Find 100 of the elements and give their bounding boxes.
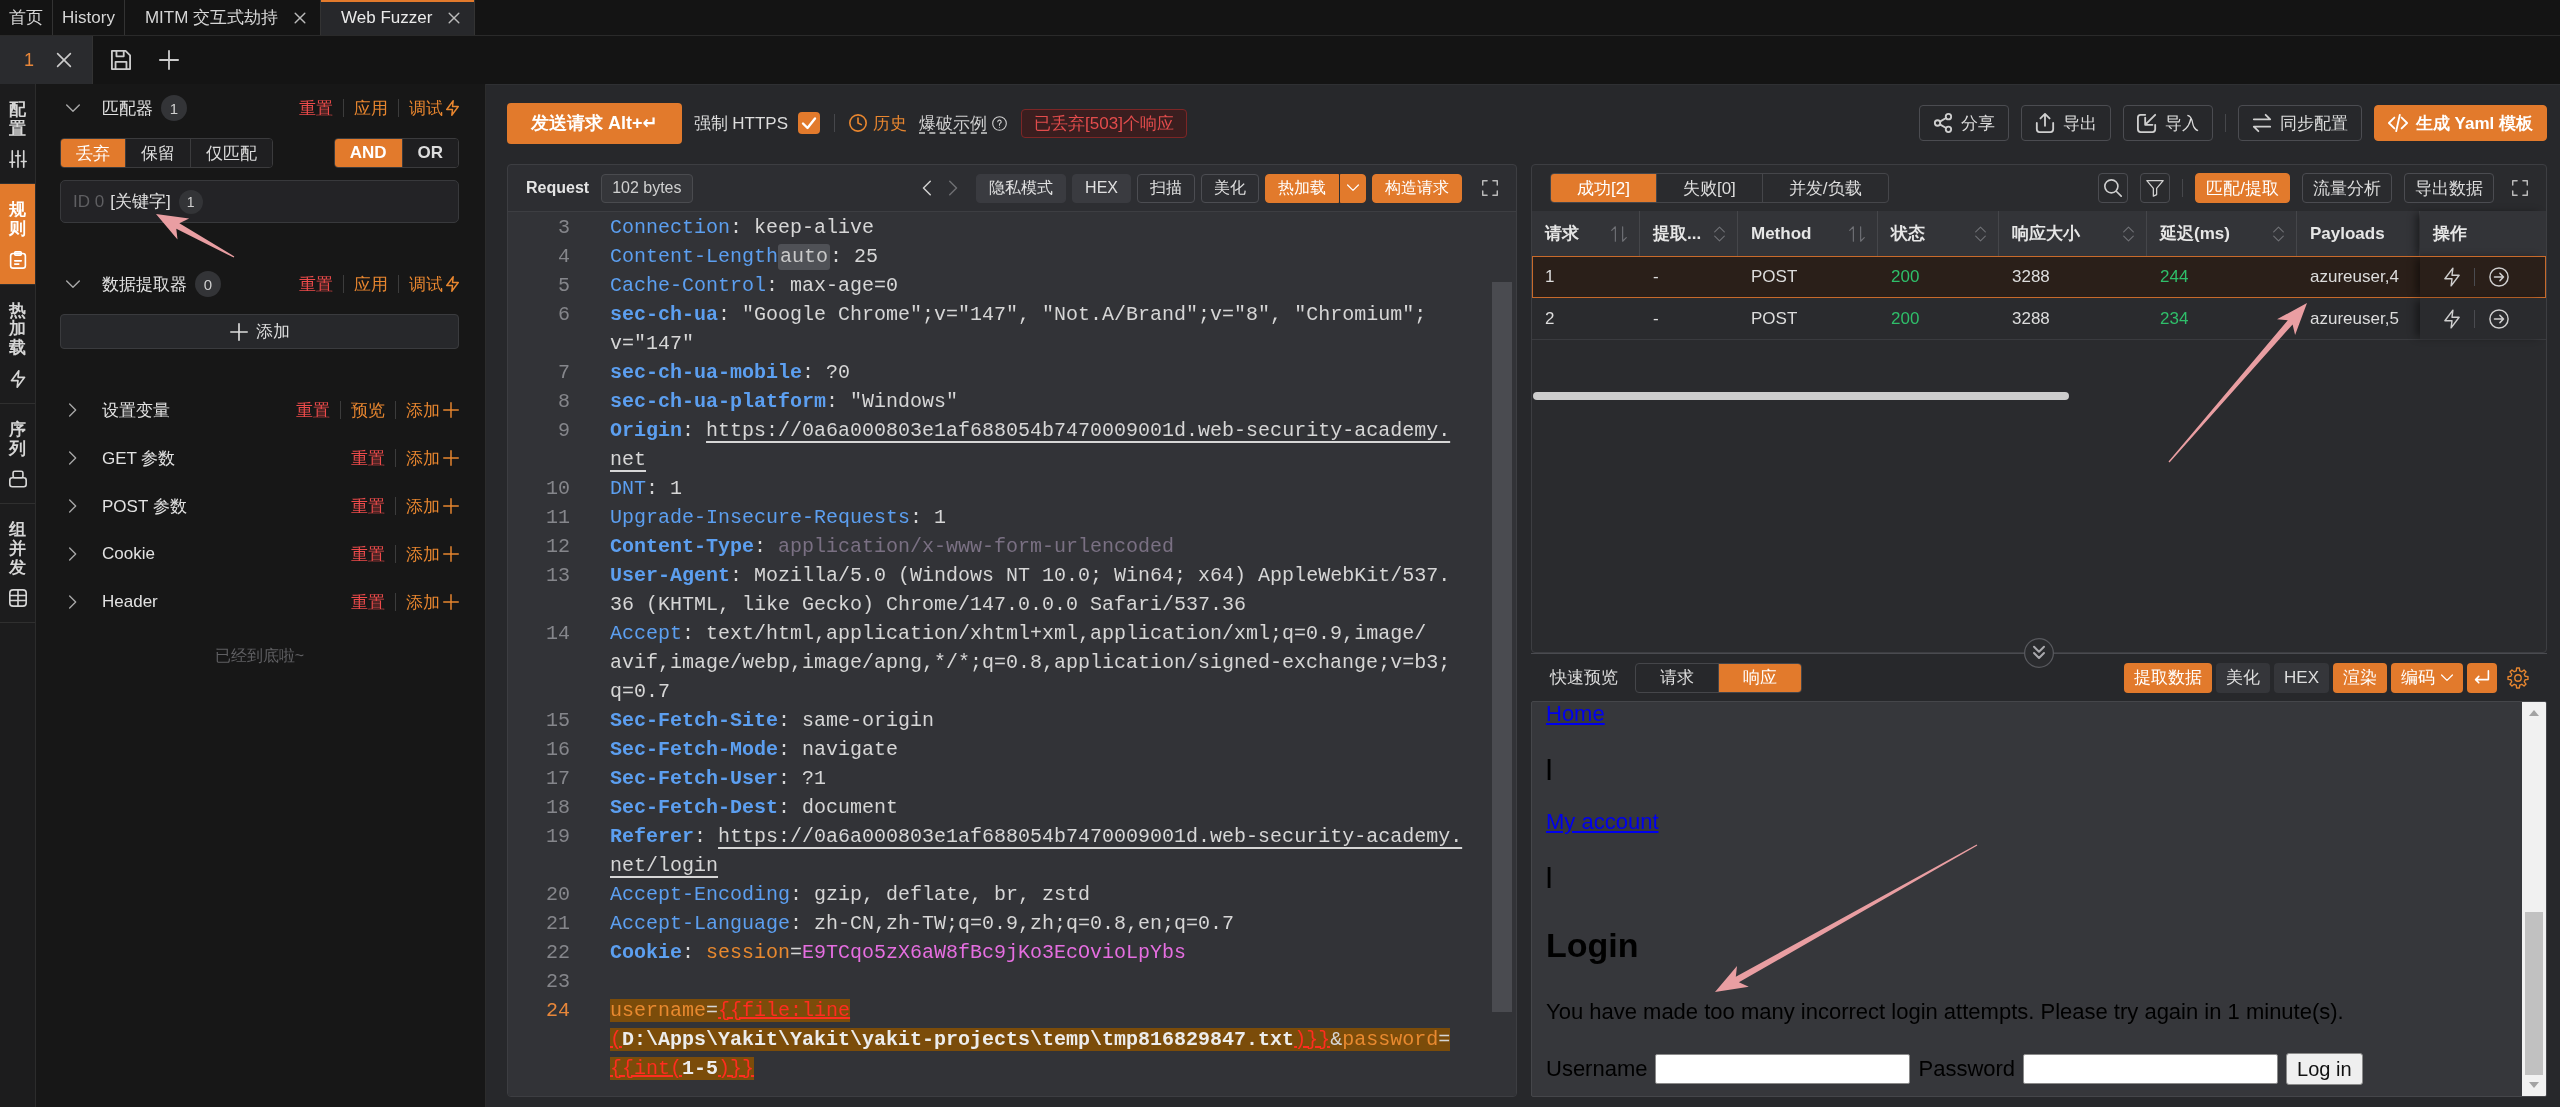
scan-button[interactable]: 扫描 xyxy=(1137,173,1195,203)
sync-config-button[interactable]: 同步配置 xyxy=(2237,105,2362,141)
stacked-boxes-icon xyxy=(8,470,27,489)
add-link[interactable]: 添加 xyxy=(406,446,459,470)
column-header[interactable]: 提取... xyxy=(1653,222,1702,245)
reset-link[interactable]: 重置 xyxy=(351,590,385,614)
add-link[interactable]: 添加 xyxy=(406,542,459,566)
column-header[interactable]: Payloads xyxy=(2310,223,2385,244)
fullscreen-icon[interactable] xyxy=(2512,180,2528,196)
close-icon[interactable] xyxy=(56,52,72,68)
table-cell: POST xyxy=(1751,266,1798,287)
tab[interactable]: History xyxy=(53,0,125,35)
add-link[interactable]: 添加 xyxy=(406,590,459,614)
scrollbar-thumb[interactable] xyxy=(1492,282,1512,1012)
reset-link[interactable]: 重置 xyxy=(299,96,333,120)
chevron-right-icon[interactable] xyxy=(69,403,77,417)
column-header[interactable]: 延迟(ms) xyxy=(2160,222,2230,245)
close-icon[interactable] xyxy=(448,11,461,24)
https-checkbox[interactable] xyxy=(798,112,821,134)
reset-link[interactable]: 重置 xyxy=(351,446,385,470)
history-button[interactable]: 历史 xyxy=(849,111,908,135)
double-chevron-icon[interactable] xyxy=(2024,638,2054,668)
import-button[interactable]: 导入 xyxy=(2122,105,2213,141)
add-link[interactable]: 添加 xyxy=(406,494,459,518)
wrap-button[interactable] xyxy=(2467,662,2497,693)
table-row[interactable]: 1 - POST 200 3288 244 azureuser,4 xyxy=(1532,256,2546,298)
code-line: Connection: keep-alive xyxy=(610,215,875,241)
reset-link[interactable]: 重置 xyxy=(351,494,385,518)
column-header[interactable]: Method xyxy=(1751,223,1812,244)
https-label: 强制 HTTPS xyxy=(693,112,789,135)
filter-button[interactable] xyxy=(2140,173,2171,203)
traffic-analysis-button[interactable]: 流量分析 xyxy=(2302,173,2392,203)
column-header[interactable]: 请求 xyxy=(1545,222,1579,245)
column-header[interactable]: 状态 xyxy=(1891,222,1925,245)
logic-option[interactable]: OR xyxy=(401,139,458,167)
mode-option[interactable]: 仅匹配 xyxy=(190,139,272,167)
result-tab[interactable]: 并发/负载 xyxy=(1761,174,1888,202)
add-link[interactable]: 添加 xyxy=(406,398,459,422)
scrollbar-thumb[interactable] xyxy=(2525,912,2543,1075)
chevron-right-icon[interactable] xyxy=(69,499,77,513)
plus-icon[interactable] xyxy=(159,50,179,70)
debug-link[interactable]: 调试 xyxy=(409,272,459,296)
arrow-down-icon xyxy=(2529,1082,2539,1088)
line-number: 19 xyxy=(545,824,570,850)
sidebar-tab[interactable]: 热加载 xyxy=(0,284,35,404)
table-cell: 200 xyxy=(1891,308,1920,329)
chevron-down-icon[interactable] xyxy=(66,103,80,113)
column-header[interactable]: 响应大小 xyxy=(2012,222,2080,245)
subtab[interactable]: 1 xyxy=(0,36,93,84)
column-header[interactable]: 操作 xyxy=(2433,222,2467,245)
beautify-button[interactable]: 美化 xyxy=(1201,173,1259,203)
chevron-left-icon[interactable] xyxy=(922,180,932,196)
privacy-mode-button[interactable]: 隐私模式 xyxy=(976,173,1067,203)
result-tab[interactable]: 失败[0] xyxy=(1655,174,1762,202)
export-button[interactable]: 导出 xyxy=(2020,105,2111,141)
table-cell: - xyxy=(1653,308,1659,329)
line-number: 24 xyxy=(545,998,570,1024)
sidebar-tab[interactable]: 组并发 xyxy=(0,504,35,624)
apply-link[interactable]: 应用 xyxy=(354,96,388,120)
table-row[interactable]: 2 - POST 200 3288 234 azureuser,5 xyxy=(1532,298,2546,340)
share-button[interactable]: 分享 xyxy=(1918,105,2009,141)
lightning-icon[interactable] xyxy=(2444,266,2460,287)
input-field[interactable] xyxy=(2023,1054,2279,1084)
dropdown-button[interactable] xyxy=(1340,173,1366,203)
fullscreen-icon[interactable] xyxy=(1482,180,1498,196)
matcher-item[interactable]: ID 0 [关键字] 1 xyxy=(60,180,459,223)
tab[interactable]: Web Fuzzer xyxy=(321,0,476,35)
reset-link[interactable]: 重置 xyxy=(351,542,385,566)
vertical-scrollbar[interactable] xyxy=(2522,702,2546,1096)
settings-icon[interactable] xyxy=(2507,666,2529,689)
hex-button[interactable]: HEX xyxy=(2274,662,2329,693)
close-icon[interactable] xyxy=(294,11,307,24)
beautify-button[interactable]: 美化 xyxy=(2216,662,2271,693)
code-line: Accept-Encoding: gzip, deflate, br, zstd xyxy=(610,882,1091,908)
login-button[interactable]: Log in xyxy=(2286,1053,2363,1085)
apply-link[interactable]: 应用 xyxy=(354,272,388,296)
chevron-right-icon[interactable] xyxy=(69,595,77,609)
mode-option[interactable]: 保留 xyxy=(125,139,190,167)
example-link[interactable]: 爆破示例 xyxy=(919,111,1008,135)
scrollbar-thumb[interactable] xyxy=(1533,392,2069,400)
debug-link[interactable]: 调试 xyxy=(409,96,459,120)
export-data-button[interactable]: 导出数据 xyxy=(2404,173,2494,203)
search-button[interactable] xyxy=(2098,173,2129,203)
reset-link[interactable]: 重置 xyxy=(299,272,333,296)
input-field[interactable] xyxy=(1655,1054,1911,1084)
lightning-icon[interactable] xyxy=(2444,308,2460,329)
chevron-right-icon[interactable] xyxy=(69,451,77,465)
section-title: 设置变量 xyxy=(102,399,170,422)
size-tag: 102 bytes xyxy=(601,173,693,203)
tab[interactable]: 首页 xyxy=(0,0,53,35)
preview-link[interactable]: 预览 xyxy=(351,398,385,422)
add-button[interactable]: 添加 xyxy=(60,314,459,349)
save-icon[interactable] xyxy=(111,50,131,70)
chevron-right-icon[interactable] xyxy=(69,547,77,561)
code-line: Accept: text/html,application/xhtml+xml,application/xml;q=0.9,image/avif,image/webp,image/apng,*/*;q=0.8,application/signed-exchange;v=b3;q=0.7 xyxy=(610,621,1451,705)
preview-tab[interactable]: 请求 xyxy=(1636,663,1718,692)
chevron-down-icon[interactable] xyxy=(66,279,80,289)
sidebar-tab[interactable]: 序列 xyxy=(0,403,35,505)
hex-button[interactable]: HEX xyxy=(1072,173,1131,203)
reset-link[interactable]: 重置 xyxy=(296,398,330,422)
